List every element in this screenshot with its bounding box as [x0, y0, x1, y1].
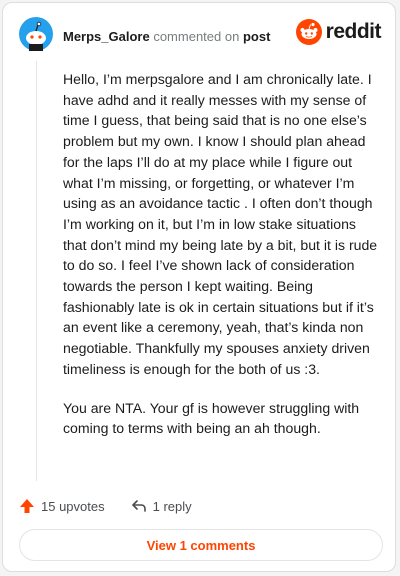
comment-paragraph: Hello, I’m merpsgalore and I am chronica…	[63, 71, 378, 377]
reddit-wordmark: reddit	[325, 20, 382, 43]
reddit-brand[interactable]: reddit	[295, 19, 382, 45]
snoo-avatar-icon[interactable]	[19, 17, 53, 51]
post-link[interactable]: post	[243, 29, 270, 44]
reply-button[interactable]: 1 reply	[131, 498, 192, 514]
reply-arrow-icon	[131, 500, 146, 512]
comment-header: Merps_Galore commented on post reddit	[19, 17, 382, 51]
upvote-arrow-icon	[20, 499, 34, 513]
byline-action: commented on	[153, 29, 240, 44]
comment-card: Merps_Galore commented on post reddit He…	[2, 2, 396, 572]
reply-count: 1 reply	[152, 498, 192, 514]
thread-line[interactable]	[36, 61, 37, 481]
username-link[interactable]: Merps_Galore	[63, 29, 150, 44]
view-comments-button[interactable]: View 1 comments	[19, 529, 383, 561]
comment-body: Hello, I’m merpsgalore and I am chronica…	[63, 69, 383, 457]
comment-actions: 15 upvotes 1 reply	[19, 495, 218, 517]
comment-paragraph: You are NTA. Your gf is however struggli…	[63, 399, 360, 437]
upvote-count: 15 upvotes	[41, 498, 105, 514]
reddit-logo-icon	[295, 19, 322, 45]
byline: Merps_Galore commented on post	[63, 29, 270, 44]
upvote-button[interactable]: 15 upvotes	[19, 498, 105, 514]
